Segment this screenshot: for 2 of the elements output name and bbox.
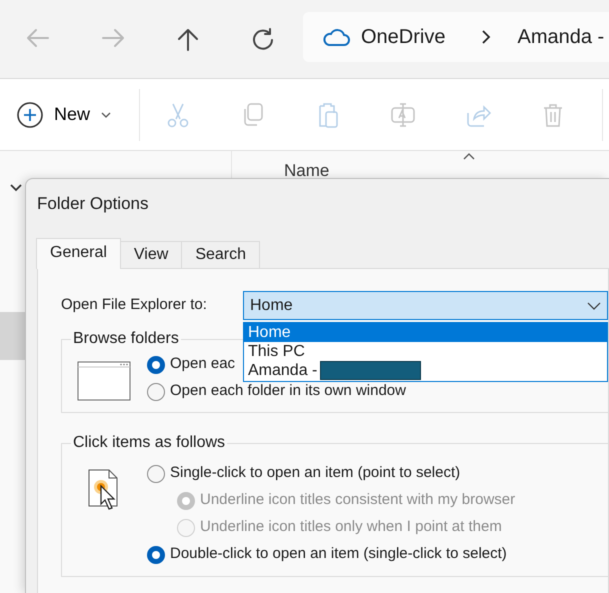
field-label: Open File Explorer to: [61,295,208,316]
dialog-title: Folder Options [37,194,148,213]
